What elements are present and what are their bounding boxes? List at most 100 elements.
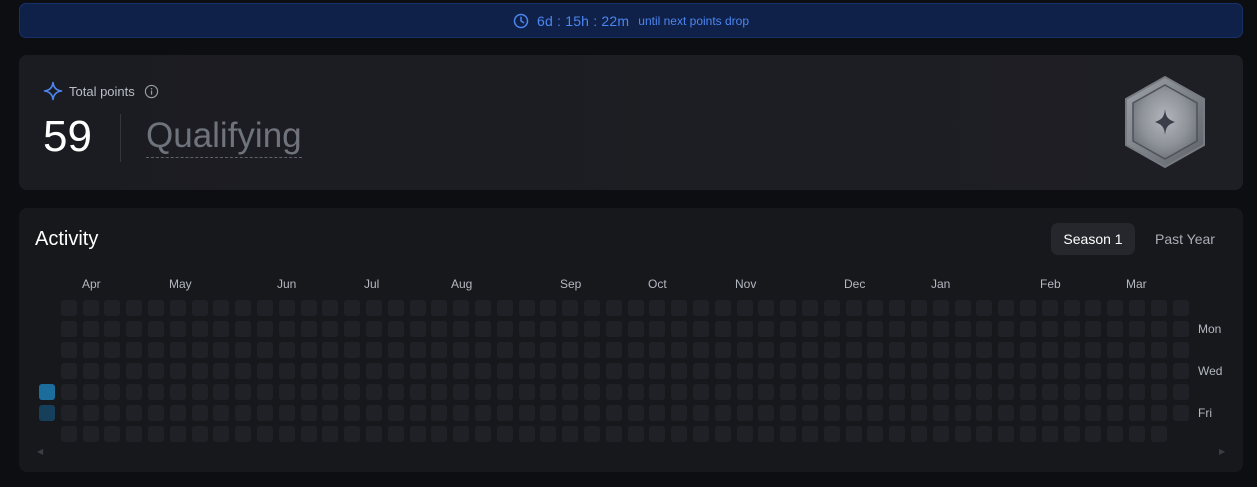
- activity-day-cell[interactable]: [911, 384, 927, 400]
- activity-day-cell[interactable]: [1041, 426, 1058, 442]
- activity-day-cell[interactable]: [627, 342, 644, 358]
- activity-day-cell[interactable]: [584, 342, 600, 358]
- activity-day-cell[interactable]: [300, 342, 317, 358]
- activity-day-cell[interactable]: [802, 300, 818, 316]
- activity-day-cell[interactable]: [453, 426, 470, 442]
- activity-day-cell[interactable]: [235, 300, 252, 316]
- activity-day-cell[interactable]: [1085, 405, 1102, 421]
- activity-day-cell[interactable]: [1172, 405, 1189, 421]
- activity-day-cell[interactable]: [1107, 405, 1124, 421]
- activity-day-cell[interactable]: [1020, 426, 1036, 442]
- activity-day-cell[interactable]: [518, 384, 535, 400]
- activity-day-cell[interactable]: [126, 363, 143, 379]
- activity-day-cell[interactable]: [518, 405, 535, 421]
- activity-day-cell[interactable]: [169, 342, 186, 358]
- activity-day-cell[interactable]: [344, 342, 361, 358]
- activity-day-cell[interactable]: [1129, 363, 1145, 379]
- activity-day-cell[interactable]: [1107, 426, 1124, 442]
- activity-day-cell[interactable]: [387, 405, 404, 421]
- activity-day-cell[interactable]: [82, 342, 99, 358]
- activity-day-cell[interactable]: [693, 405, 709, 421]
- activity-day-cell[interactable]: [1150, 300, 1167, 316]
- activity-day-cell[interactable]: [322, 363, 339, 379]
- activity-day-cell[interactable]: [82, 321, 99, 337]
- activity-day-cell[interactable]: [1107, 342, 1124, 358]
- activity-day-cell[interactable]: [605, 426, 622, 442]
- activity-day-cell[interactable]: [82, 300, 99, 316]
- activity-day-cell[interactable]: [518, 321, 535, 337]
- activity-day-cell[interactable]: [954, 300, 971, 316]
- activity-day-cell[interactable]: [780, 300, 797, 316]
- activity-day-cell[interactable]: [409, 342, 426, 358]
- activity-day-cell[interactable]: [540, 426, 557, 442]
- activity-day-cell[interactable]: [1172, 384, 1189, 400]
- activity-day-cell[interactable]: [780, 426, 797, 442]
- activity-day-cell[interactable]: [889, 363, 906, 379]
- activity-day-cell[interactable]: [496, 405, 513, 421]
- activity-day-cell[interactable]: [496, 321, 513, 337]
- activity-day-cell[interactable]: [693, 321, 709, 337]
- activity-day-cell[interactable]: [954, 405, 971, 421]
- activity-day-cell[interactable]: [649, 342, 666, 358]
- activity-day-cell[interactable]: [431, 384, 448, 400]
- activity-day-cell[interactable]: [605, 384, 622, 400]
- activity-day-cell[interactable]: [104, 342, 121, 358]
- activity-day-cell[interactable]: [802, 363, 818, 379]
- activity-day-cell[interactable]: [387, 363, 404, 379]
- activity-day-cell[interactable]: [649, 405, 666, 421]
- activity-day-cell[interactable]: [322, 426, 339, 442]
- activity-day-cell[interactable]: [714, 321, 731, 337]
- activity-day-cell[interactable]: [932, 342, 949, 358]
- activity-day-cell[interactable]: [1020, 342, 1036, 358]
- activity-day-cell[interactable]: [845, 405, 862, 421]
- activity-day-cell[interactable]: [104, 363, 121, 379]
- activity-day-cell[interactable]: [867, 321, 884, 337]
- activity-day-cell[interactable]: [1150, 384, 1167, 400]
- activity-day-cell[interactable]: [780, 321, 797, 337]
- activity-day-cell[interactable]: [911, 342, 927, 358]
- activity-day-cell[interactable]: [802, 426, 818, 442]
- activity-day-cell[interactable]: [104, 321, 121, 337]
- activity-day-cell[interactable]: [1172, 363, 1189, 379]
- activity-day-cell[interactable]: [387, 342, 404, 358]
- activity-day-cell[interactable]: [823, 300, 840, 316]
- activity-day-cell[interactable]: [366, 363, 382, 379]
- activity-day-cell[interactable]: [60, 363, 77, 379]
- activity-day-cell[interactable]: [191, 363, 208, 379]
- activity-day-cell[interactable]: [976, 363, 993, 379]
- activity-day-cell[interactable]: [257, 426, 273, 442]
- activity-day-cell[interactable]: [366, 426, 382, 442]
- activity-day-cell[interactable]: [60, 300, 77, 316]
- activity-day-cell[interactable]: [104, 426, 121, 442]
- activity-day-cell[interactable]: [932, 321, 949, 337]
- activity-day-cell[interactable]: [802, 321, 818, 337]
- activity-day-cell[interactable]: [562, 405, 579, 421]
- activity-day-cell[interactable]: [60, 384, 77, 400]
- activity-day-cell[interactable]: [1150, 321, 1167, 337]
- activity-day-cell[interactable]: [823, 321, 840, 337]
- activity-day-cell[interactable]: [431, 321, 448, 337]
- activity-day-cell[interactable]: [169, 426, 186, 442]
- activity-day-cell[interactable]: [278, 363, 295, 379]
- activity-day-cell[interactable]: [584, 321, 600, 337]
- activity-day-cell[interactable]: [235, 384, 252, 400]
- activity-day-cell[interactable]: [1085, 300, 1102, 316]
- activity-day-cell[interactable]: [453, 405, 470, 421]
- activity-day-cell[interactable]: [235, 342, 252, 358]
- activity-day-cell[interactable]: [1129, 426, 1145, 442]
- activity-day-cell[interactable]: [431, 363, 448, 379]
- activity-day-cell[interactable]: [562, 342, 579, 358]
- activity-day-cell[interactable]: [649, 300, 666, 316]
- activity-day-cell[interactable]: [911, 300, 927, 316]
- activity-day-cell[interactable]: [300, 300, 317, 316]
- activity-day-cell[interactable]: [867, 300, 884, 316]
- activity-day-cell[interactable]: [148, 342, 164, 358]
- activity-day-cell[interactable]: [627, 405, 644, 421]
- activity-day-cell[interactable]: [932, 405, 949, 421]
- activity-day-cell[interactable]: [823, 342, 840, 358]
- activity-day-cell[interactable]: [627, 321, 644, 337]
- activity-day-cell[interactable]: [431, 300, 448, 316]
- activity-day-cell[interactable]: [191, 405, 208, 421]
- activity-day-cell[interactable]: [409, 384, 426, 400]
- activity-day-cell[interactable]: [998, 426, 1015, 442]
